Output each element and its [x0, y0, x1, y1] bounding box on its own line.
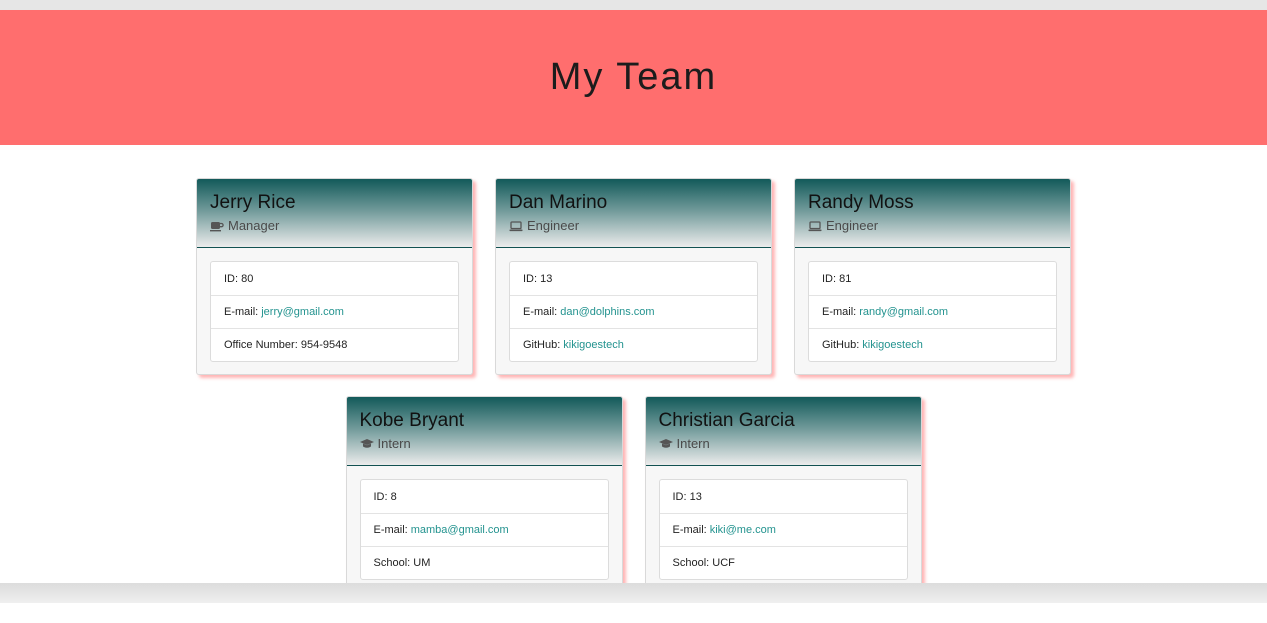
- school-label: School:: [373, 557, 411, 569]
- id-value: 81: [839, 272, 852, 285]
- employee-card: Jerry Rice Manager ID: 80 E-mail: jerry@…: [196, 178, 473, 375]
- coffee-icon: [210, 221, 224, 231]
- employee-details: ID: 8 E-mail: mamba@gmail.com School: UM: [359, 479, 609, 580]
- school-label: School:: [672, 557, 710, 569]
- id-value: 13: [689, 490, 702, 503]
- employee-name: Randy Moss: [808, 192, 914, 213]
- employee-details: ID: 81 E-mail: randy@gmail.com GitHub: k…: [808, 261, 1057, 362]
- detail-school: School: UCF: [659, 546, 907, 579]
- id-value: 13: [540, 272, 553, 285]
- employee-role-label: Intern: [377, 436, 411, 451]
- email-label: E-mail:: [672, 524, 707, 536]
- detail-email: E-mail: randy@gmail.com: [809, 295, 1056, 328]
- detail-email: E-mail: dan@dolphins.com: [510, 295, 757, 328]
- card-header: Kobe Bryant Intern: [346, 397, 622, 466]
- card-body: ID: 13 E-mail: dan@dolphins.com GitHub: …: [496, 248, 771, 374]
- github-label: GitHub:: [822, 339, 860, 351]
- page-header: My Team: [0, 10, 1267, 145]
- detail-email: E-mail: mamba@gmail.com: [360, 513, 608, 546]
- employee-card: Randy Moss Engineer ID: 81 E-mail: randy…: [794, 178, 1071, 375]
- employee-role: Intern: [359, 436, 609, 451]
- employee-role: Intern: [658, 436, 908, 451]
- office-number-label: Office Number:: [224, 339, 298, 351]
- card-header: Christian Garcia Intern: [645, 397, 921, 466]
- top-strip: [0, 0, 1267, 10]
- team-container: Jerry Rice Manager ID: 80 E-mail: jerry@…: [0, 145, 1267, 603]
- card-header: Randy Moss Engineer: [795, 179, 1070, 248]
- employee-name: Jerry Rice: [210, 192, 296, 213]
- office-number-value: 954-9548: [300, 339, 348, 351]
- github-link[interactable]: kikigoestech: [862, 339, 923, 351]
- id-label: ID:: [523, 272, 538, 285]
- employee-role: Engineer: [808, 218, 1057, 233]
- detail-email: E-mail: kiki@me.com: [659, 513, 907, 546]
- email-link[interactable]: mamba@gmail.com: [411, 524, 509, 536]
- detail-id: ID: 13: [510, 262, 757, 295]
- id-label: ID:: [672, 490, 687, 503]
- detail-id: ID: 13: [660, 480, 907, 513]
- employee-card: Dan Marino Engineer ID: 13 E-mail: dan@d…: [495, 178, 772, 375]
- email-link[interactable]: jerry@gmail.com: [261, 306, 344, 318]
- graduation-cap-icon: [359, 438, 374, 448]
- employee-card: Christian Garcia Intern ID: 13 E-mail: k…: [644, 396, 922, 593]
- employee-details: ID: 13 E-mail: dan@dolphins.com GitHub: …: [509, 261, 758, 362]
- id-value: 8: [390, 490, 397, 503]
- bottom-strip: [0, 583, 1267, 603]
- card-body: ID: 81 E-mail: randy@gmail.com GitHub: k…: [795, 248, 1070, 374]
- employee-role: Manager: [210, 218, 459, 233]
- employee-name: Kobe Bryant: [359, 410, 465, 431]
- employee-name: Dan Marino: [509, 192, 608, 213]
- detail-id: ID: 8: [361, 480, 608, 513]
- card-body: ID: 8 E-mail: mamba@gmail.com School: UM: [347, 466, 622, 592]
- github-link[interactable]: kikigoestech: [563, 339, 624, 351]
- email-label: E-mail:: [373, 524, 408, 536]
- detail-id: ID: 80: [211, 262, 458, 295]
- email-link[interactable]: randy@gmail.com: [859, 306, 948, 318]
- email-label: E-mail:: [822, 306, 857, 318]
- id-label: ID:: [373, 490, 388, 503]
- school-value: UM: [413, 557, 431, 569]
- team-row-1: Jerry Rice Manager ID: 80 E-mail: jerry@…: [0, 178, 1267, 375]
- email-link[interactable]: kiki@me.com: [710, 524, 776, 536]
- employee-card: Kobe Bryant Intern ID: 8 E-mail: mamba@g…: [345, 396, 623, 593]
- detail-id: ID: 81: [809, 262, 1056, 295]
- team-row-2: Kobe Bryant Intern ID: 8 E-mail: mamba@g…: [0, 396, 1267, 593]
- employee-details: ID: 13 E-mail: kiki@me.com School: UCF: [658, 479, 908, 580]
- employee-name: Christian Garcia: [658, 410, 795, 431]
- email-label: E-mail:: [224, 306, 259, 318]
- employee-role-label: Manager: [228, 218, 280, 233]
- card-body: ID: 13 E-mail: kiki@me.com School: UCF: [646, 466, 921, 592]
- card-header: Dan Marino Engineer: [496, 179, 771, 248]
- email-label: E-mail:: [523, 306, 558, 318]
- github-label: GitHub:: [523, 339, 561, 351]
- school-value: UCF: [712, 557, 735, 569]
- detail-github: GitHub: kikigoestech: [809, 328, 1056, 361]
- id-label: ID:: [224, 272, 239, 285]
- card-header: Jerry Rice Manager: [197, 179, 472, 248]
- graduation-cap-icon: [658, 438, 673, 448]
- detail-github: GitHub: kikigoestech: [510, 328, 757, 361]
- id-value: 80: [241, 272, 254, 285]
- employee-role-label: Intern: [676, 436, 710, 451]
- page-title: My Team: [549, 56, 718, 98]
- laptop-icon: [509, 220, 523, 231]
- detail-school: School: UM: [360, 546, 608, 579]
- employee-role: Engineer: [509, 218, 758, 233]
- card-body: ID: 80 E-mail: jerry@gmail.com Office Nu…: [197, 248, 472, 374]
- laptop-icon: [808, 220, 822, 231]
- email-link[interactable]: dan@dolphins.com: [560, 306, 654, 318]
- employee-details: ID: 80 E-mail: jerry@gmail.com Office Nu…: [210, 261, 459, 362]
- id-label: ID:: [822, 272, 837, 285]
- employee-role-label: Engineer: [826, 218, 879, 233]
- employee-role-label: Engineer: [527, 218, 580, 233]
- detail-email: E-mail: jerry@gmail.com: [211, 295, 458, 328]
- detail-office-number: Office Number: 954-9548: [211, 328, 458, 361]
